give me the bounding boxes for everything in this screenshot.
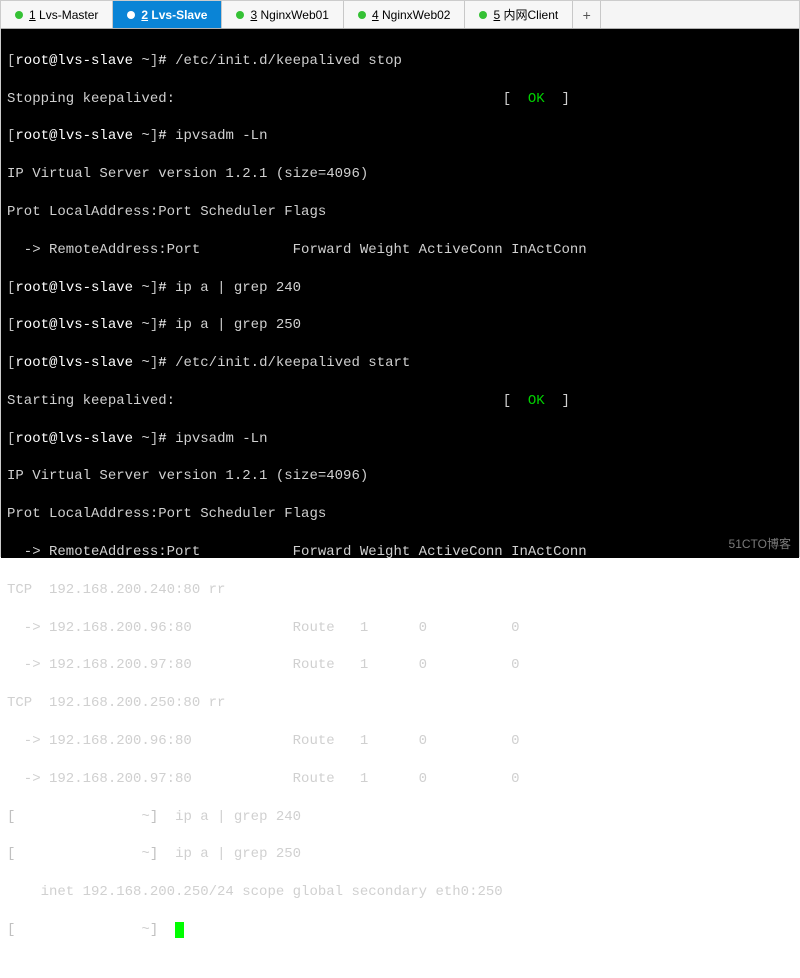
- terminal-line: Prot LocalAddress:Port Scheduler Flags: [7, 505, 793, 524]
- tab-number: 4: [372, 8, 379, 22]
- tab-lvs-master[interactable]: 1 Lvs-Master: [1, 1, 113, 28]
- command-text: ip a | grep 240: [175, 809, 301, 825]
- terminal-line: [root@lvs-slave ~]# ip a | grep 240: [7, 279, 793, 298]
- command-text: ip a | grep 250: [175, 317, 301, 333]
- terminal-line: Prot LocalAddress:Port Scheduler Flags: [7, 203, 793, 222]
- terminal-line: Starting keepalived: [ OK ]: [7, 392, 793, 411]
- command-text: ip a | grep 250: [175, 846, 301, 862]
- terminal-line: [root@lvs-slave ~]# ip a | grep 250: [7, 316, 793, 335]
- status-dot-icon: [127, 11, 135, 19]
- tab-nginxweb01[interactable]: 3 NginxWeb01: [222, 1, 344, 28]
- tab-bar: 1 Lvs-Master 2 Lvs-Slave 3 NginxWeb01 4 …: [1, 1, 799, 29]
- terminal-line: -> RemoteAddress:Port Forward Weight Act…: [7, 543, 793, 562]
- cursor-icon: [175, 922, 184, 938]
- terminal-line: Stopping keepalived: [ OK ]: [7, 90, 793, 109]
- terminal-line: IP Virtual Server version 1.2.1 (size=40…: [7, 467, 793, 486]
- watermark: 51CTO博客: [729, 536, 791, 552]
- terminal-line: -> 192.168.200.97:80 Route 1 0 0: [7, 770, 793, 789]
- tab-label: Lvs-Master: [39, 8, 98, 22]
- tab-lvs-slave[interactable]: 2 Lvs-Slave: [113, 1, 222, 28]
- tab-label: 内网Client: [504, 8, 559, 22]
- terminal-line: TCP 192.168.200.250:80 rr: [7, 694, 793, 713]
- command-text: ipvsadm -Ln: [175, 431, 267, 447]
- tab-number: 3: [250, 8, 257, 22]
- terminal-line: IP Virtual Server version 1.2.1 (size=40…: [7, 165, 793, 184]
- ok-status: OK: [528, 91, 545, 107]
- command-text: ipvsadm -Ln: [175, 128, 267, 144]
- terminal-line: [root@lvs-slave ~]#: [7, 921, 793, 940]
- tab-nginxweb02[interactable]: 4 NginxWeb02: [344, 1, 466, 28]
- terminal-line: [root@lvs-slave ~]# /etc/init.d/keepaliv…: [7, 354, 793, 373]
- tab-number: 1: [29, 8, 36, 22]
- command-text: ip a | grep 240: [175, 280, 301, 296]
- terminal-line: [root@lvs-slave ~]# /etc/init.d/keepaliv…: [7, 52, 793, 71]
- terminal-line: [root@lvs-slave ~]# ipvsadm -Ln: [7, 127, 793, 146]
- status-dot-icon: [15, 11, 23, 19]
- terminal-line: [root@lvs-slave ~]# ipvsadm -Ln: [7, 430, 793, 449]
- terminal-line: [root@lvs-slave ~]# ip a | grep 250: [7, 845, 793, 864]
- command-text: /etc/init.d/keepalived start: [175, 355, 410, 371]
- terminal[interactable]: [root@lvs-slave ~]# /etc/init.d/keepaliv…: [1, 29, 799, 558]
- ok-status: OK: [528, 393, 545, 409]
- terminal-line: inet 192.168.200.250/24 scope global sec…: [7, 883, 793, 902]
- terminal-line: [root@lvs-slave ~]# ip a | grep 240: [7, 808, 793, 827]
- terminal-line: TCP 192.168.200.240:80 rr: [7, 581, 793, 600]
- status-dot-icon: [479, 11, 487, 19]
- terminal-line: -> 192.168.200.97:80 Route 1 0 0: [7, 656, 793, 675]
- tab-number: 5: [493, 8, 500, 22]
- tab-label: Lvs-Slave: [151, 8, 207, 22]
- tab-label: NginxWeb01: [260, 8, 328, 22]
- add-tab-button[interactable]: +: [573, 1, 601, 28]
- command-text: /etc/init.d/keepalived stop: [175, 53, 402, 69]
- status-dot-icon: [358, 11, 366, 19]
- status-dot-icon: [236, 11, 244, 19]
- terminal-line: -> 192.168.200.96:80 Route 1 0 0: [7, 619, 793, 638]
- terminal-line: -> RemoteAddress:Port Forward Weight Act…: [7, 241, 793, 260]
- terminal-line: -> 192.168.200.96:80 Route 1 0 0: [7, 732, 793, 751]
- tab-number: 2: [141, 8, 148, 22]
- tab-client[interactable]: 5 内网Client: [465, 1, 573, 28]
- tab-label: NginxWeb02: [382, 8, 450, 22]
